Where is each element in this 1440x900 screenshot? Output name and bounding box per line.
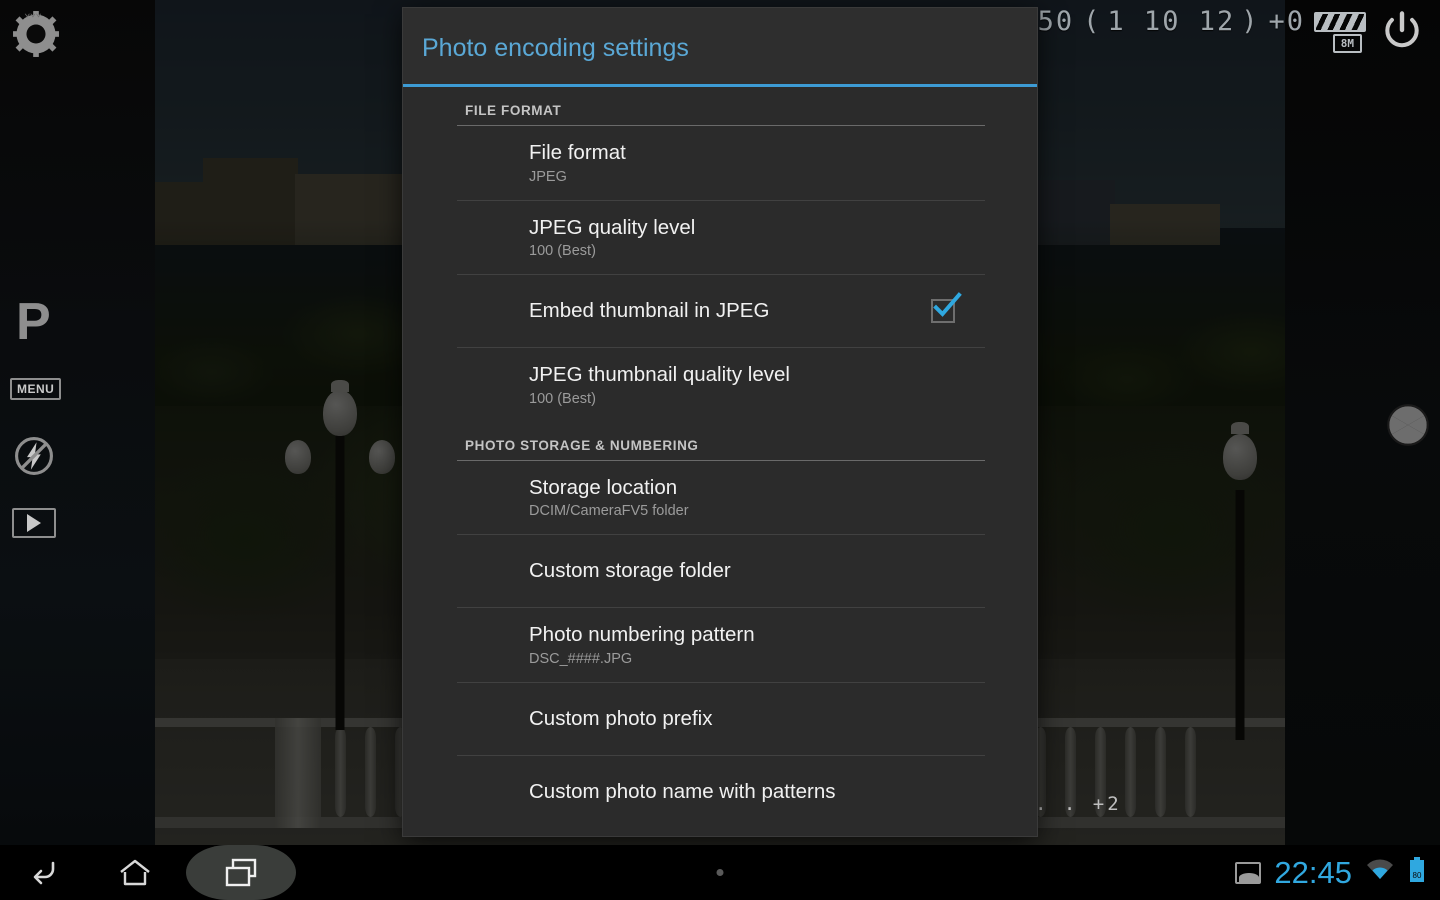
home-button[interactable] — [90, 845, 180, 900]
section-header-picture-orientation: PICTURE ORIENTATION — [403, 828, 1037, 836]
row-title: JPEG thumbnail quality level — [529, 363, 790, 387]
row-title: Storage location — [529, 475, 678, 499]
hud-exposure-comp: +0 — [1268, 6, 1305, 37]
power-icon[interactable] — [1380, 8, 1424, 52]
settings-list[interactable]: FILE FORMAT File format JPEG JPEG qualit… — [403, 87, 1037, 836]
status-clock[interactable]: 22:45 — [1274, 855, 1352, 891]
hud-bracket-values: 1 10 12 — [1107, 6, 1236, 37]
play-triangle-icon — [27, 514, 41, 532]
memory-badge: 8M — [1332, 34, 1362, 53]
list-item[interactable]: Custom storage folder — [403, 535, 1037, 607]
screen-root: ⌄⌄⌄ P MENU 50 (1 10 12) +0 8M . . +2 P… — [0, 0, 1440, 900]
row-subtitle: DSC_####.JPG — [529, 650, 633, 667]
list-item[interactable]: Custom photo name with patterns — [403, 756, 1037, 828]
row-subtitle: 100 (Best) — [529, 243, 596, 260]
image-icon[interactable] — [1235, 861, 1262, 884]
row-title: Custom photo prefix — [529, 707, 713, 731]
hud-bracket-close: ) — [1241, 6, 1260, 37]
row-title: JPEG quality level — [529, 215, 696, 239]
aperture-shutter-icon[interactable] — [1383, 400, 1433, 450]
recent-apps-button[interactable] — [186, 845, 296, 900]
list-item[interactable]: Photo numbering pattern DSC_####.JPG — [403, 608, 1037, 682]
flash-off-icon[interactable] — [12, 434, 56, 478]
embed-thumbnail-checkbox[interactable] — [931, 292, 962, 324]
battery-icon[interactable]: 80 — [1408, 857, 1426, 888]
row-subtitle: 100 (Best) — [529, 390, 596, 407]
status-tray: 22:45 80 — [1235, 845, 1426, 900]
ev-indicator: . . +2 — [1035, 793, 1122, 815]
mode-program-button[interactable]: P — [16, 296, 51, 348]
list-item[interactable]: Custom photo prefix — [403, 683, 1037, 755]
back-button[interactable] — [0, 845, 90, 900]
svg-text:80: 80 — [1413, 871, 1422, 880]
row-subtitle: JPEG — [529, 168, 567, 185]
menu-button[interactable]: MENU — [10, 378, 62, 400]
row-title: Custom photo name with patterns — [529, 780, 836, 804]
row-title: File format — [529, 141, 626, 164]
battery-icon — [1314, 11, 1366, 32]
video-mode-button[interactable] — [12, 508, 56, 538]
hud-bracket: ( 1 10 12 ) — [1083, 6, 1259, 37]
list-item[interactable]: Storage location DCIM/CameraFV5 folder — [403, 461, 1037, 535]
list-item[interactable]: JPEG thumbnail quality level 100 (Best) — [403, 348, 1037, 422]
list-item[interactable]: Embed thumbnail in JPEG — [403, 275, 1037, 347]
hud-bracket-open: ( — [1083, 6, 1102, 37]
nav-center-dot — [716, 869, 724, 876]
wifi-icon[interactable] — [1365, 858, 1395, 887]
gear-sublabel: ⌄⌄⌄ — [24, 6, 42, 19]
row-subtitle: DCIM/CameraFV5 folder — [529, 503, 689, 520]
row-title: Photo numbering pattern — [529, 623, 755, 647]
left-letterbox — [0, 0, 155, 845]
row-title: Embed thumbnail in JPEG — [529, 299, 770, 323]
settings-gear-icon[interactable]: ⌄⌄⌄ — [10, 6, 62, 60]
android-navigation-bar: 22:45 80 — [0, 845, 1440, 900]
hud-iso-value: 50 — [1037, 6, 1075, 37]
photo-encoding-settings-dialog: Photo encoding settings FILE FORMAT File… — [403, 8, 1037, 836]
section-header-file-format: FILE FORMAT — [465, 103, 562, 118]
dialog-title: Photo encoding settings — [403, 8, 1037, 84]
list-item[interactable]: File format JPEG — [403, 126, 1037, 200]
row-title: Custom storage folder — [529, 559, 731, 583]
section-header-photo-storage: PHOTO STORAGE & NUMBERING — [465, 437, 699, 453]
list-item[interactable]: JPEG quality level 100 (Best) — [403, 201, 1037, 275]
